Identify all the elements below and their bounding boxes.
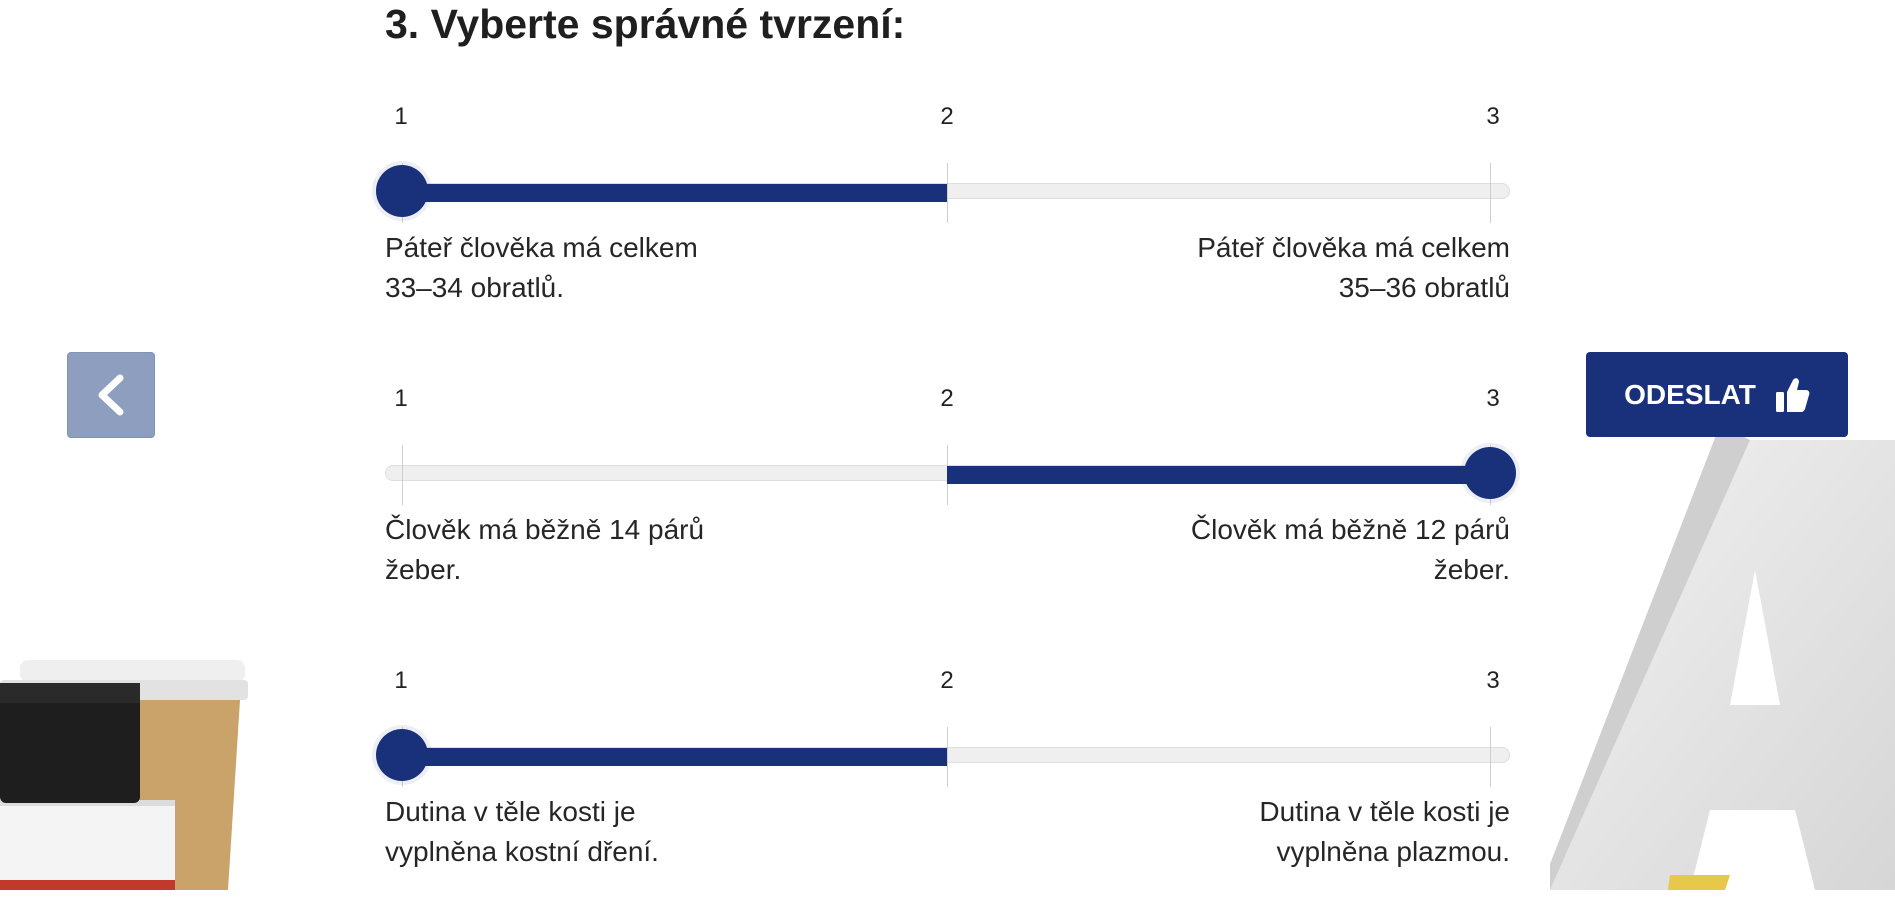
right-statement-line: Páteř člověka má celkem <box>1197 232 1510 263</box>
left-statement-line: žeber. <box>385 554 462 585</box>
right-statement: Člověk má běžně 12 párů žeber. <box>1090 510 1510 590</box>
tick-label-2: 2 <box>940 667 954 694</box>
slider-thumb[interactable] <box>376 165 428 217</box>
right-statement-line: 35–36 obratlů <box>1338 272 1510 303</box>
slider-2[interactable]: 1 2 3 Člověk má běžně 14 párů žeber. Člo… <box>385 385 1516 625</box>
question-title: 3. Vyberte správné tvrzení: <box>385 1 906 47</box>
slider-thumb[interactable] <box>376 729 428 781</box>
left-statement: Člověk má běžně 14 párů žeber. <box>385 510 805 590</box>
tick-label-1: 1 <box>394 385 408 412</box>
tick-mark <box>1490 727 1491 787</box>
left-statement: Dutina v těle kosti je vyplněna kostní d… <box>385 792 805 872</box>
tick-label-2: 2 <box>940 103 954 130</box>
tick-label-3: 3 <box>1486 667 1500 694</box>
left-statement-line: Člověk má běžně 14 párů <box>385 514 705 545</box>
left-statement-line: 33–34 obratlů. <box>385 272 565 303</box>
left-statement-line: Dutina v těle kosti je <box>385 796 636 827</box>
right-statement-line: Člověk má běžně 12 párů <box>1190 514 1510 545</box>
chevron-left-icon <box>98 374 124 416</box>
tick-label-3: 3 <box>1486 385 1500 412</box>
back-button[interactable] <box>67 352 155 438</box>
left-statement-line: Páteř člověka má celkem <box>385 232 698 263</box>
submit-label: ODESLAT <box>1624 378 1756 410</box>
slider-fill <box>402 184 947 202</box>
thumbs-up-icon <box>1775 377 1810 412</box>
tick-mark <box>402 445 403 505</box>
tick-mark <box>947 727 948 787</box>
slider-thumb[interactable] <box>1464 447 1516 499</box>
tick-mark <box>1490 163 1491 223</box>
left-statement-line: vyplněna kostní dření. <box>385 836 659 867</box>
tick-label-2: 2 <box>940 385 954 412</box>
letter-a-decoration <box>1550 425 1895 890</box>
tick-label-1: 1 <box>394 103 408 130</box>
coffee-books-decoration <box>0 660 248 890</box>
right-statement-line: žeber. <box>1433 554 1510 585</box>
slider-fill <box>402 748 947 766</box>
left-statement: Páteř člověka má celkem 33–34 obratlů. <box>385 228 805 308</box>
slider-1[interactable]: 1 2 3 Páteř člověka má celkem 33–34 obra… <box>376 103 1510 343</box>
tick-label-1: 1 <box>394 667 408 694</box>
right-statement-line: Dutina v těle kosti je <box>1259 796 1510 827</box>
submit-button[interactable]: ODESLAT <box>1586 352 1848 437</box>
tick-label-3: 3 <box>1486 103 1500 130</box>
tick-mark <box>947 163 948 223</box>
slider-fill <box>947 466 1490 484</box>
right-statement: Páteř člověka má celkem 35–36 obratlů <box>1090 228 1510 308</box>
slider-3[interactable]: 1 2 3 Dutina v těle kosti je vyplněna ko… <box>376 667 1510 907</box>
right-statement: Dutina v těle kosti je vyplněna plazmou. <box>1090 792 1510 872</box>
right-statement-line: vyplněna plazmou. <box>1276 836 1510 867</box>
